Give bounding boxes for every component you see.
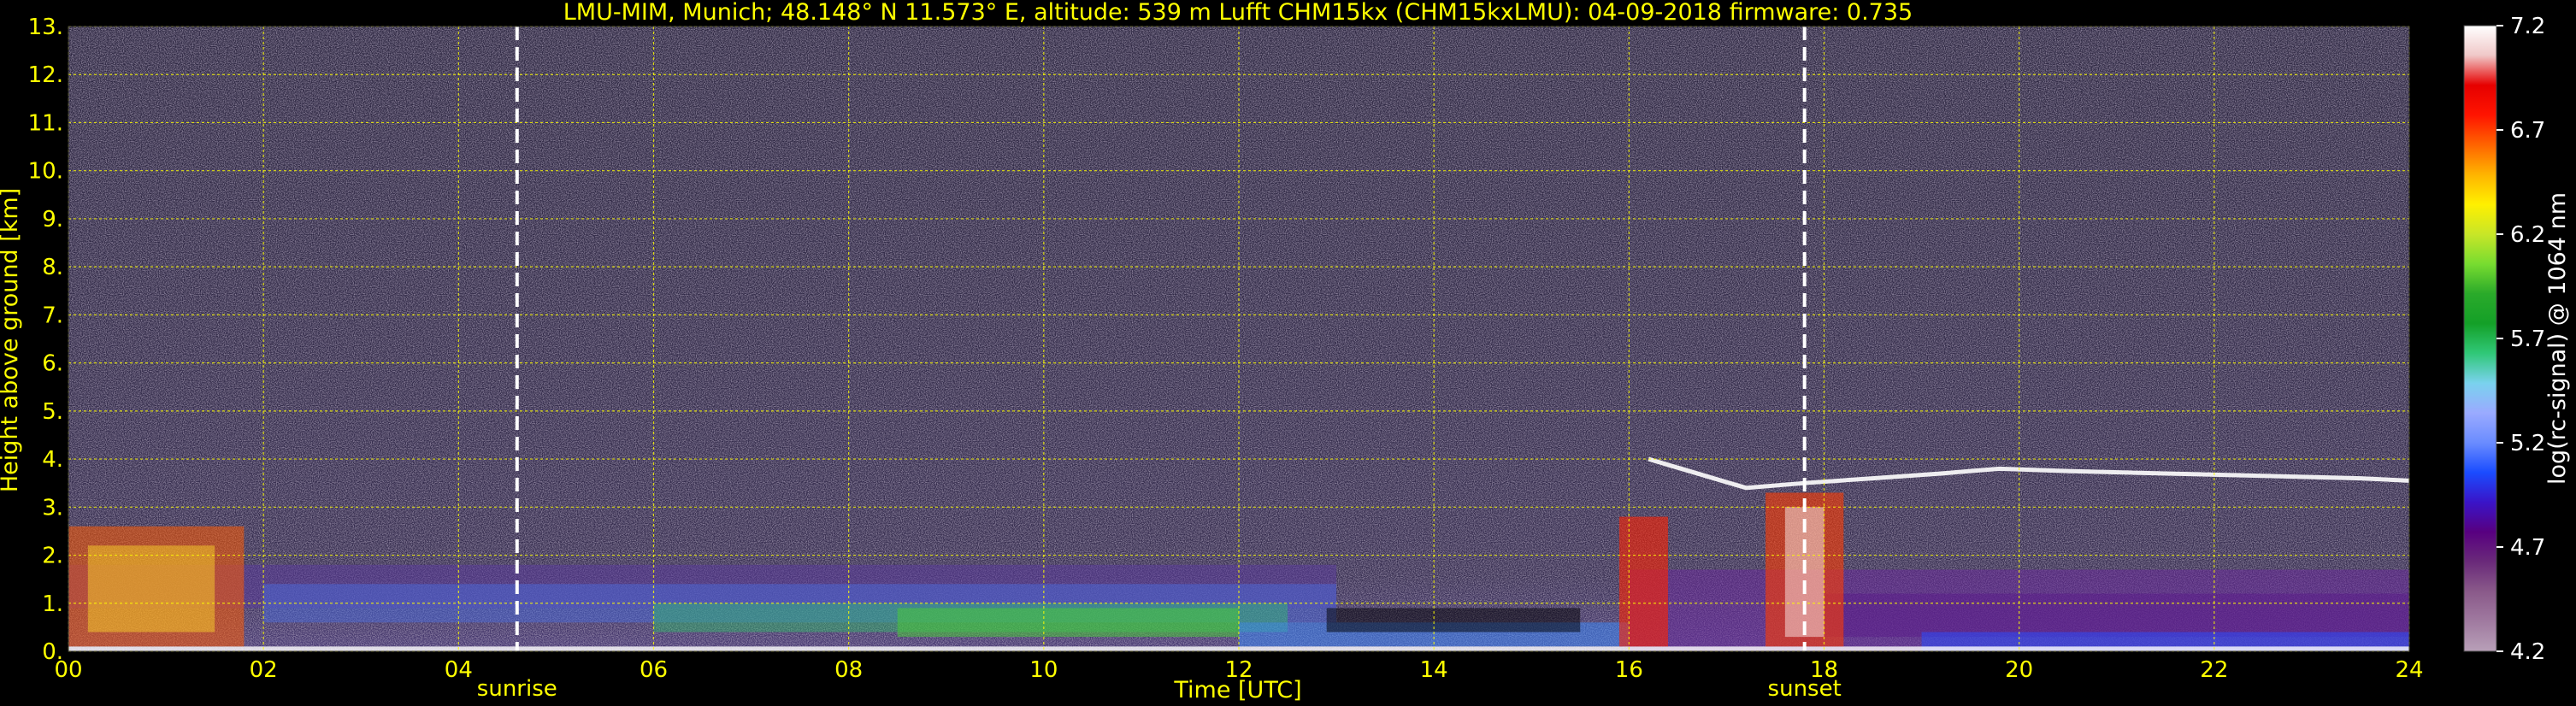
- y-tick-label: 12.: [28, 62, 63, 88]
- y-axis-label: Height above ground [km]: [0, 188, 23, 492]
- colorbar-tick-label: 5.2: [2510, 431, 2545, 456]
- colorbar-tick-label: 7.2: [2510, 14, 2545, 39]
- y-tick-label: 10.: [28, 159, 63, 185]
- x-tick-label: 10: [1029, 657, 1058, 683]
- y-tick-label: 8.: [42, 255, 63, 280]
- colorbar-tick-label: 4.2: [2510, 639, 2545, 665]
- y-tick-label: 2.: [42, 544, 63, 569]
- y-tick-label: 6.: [42, 351, 63, 377]
- colorbar-tick-label: 6.7: [2510, 118, 2545, 144]
- y-tick-label: 4.: [42, 447, 63, 473]
- y-tick-label: 11.: [28, 110, 63, 136]
- colorbar-scale: [2463, 25, 2497, 652]
- colorbar-ticks: 7.2 6.7 6.2 5.7 5.2 4.7 4.2: [2496, 14, 2545, 665]
- x-tick-label: 16: [1615, 657, 1643, 683]
- signal-band-3: [897, 608, 1239, 638]
- colorbar-tick-label: 4.7: [2510, 535, 2545, 561]
- y-tick-label: 13.: [28, 15, 63, 40]
- colorbar-label: log(rc-signal) @ 1064 nm: [2544, 192, 2571, 485]
- x-tick-label: 22: [2200, 657, 2228, 683]
- signal-band-6: [1824, 593, 2409, 638]
- x-tick-label: 14: [1420, 657, 1448, 683]
- y-tick-label: 7.: [42, 303, 63, 328]
- x-tick-label: 08: [834, 657, 863, 683]
- x-tick-label: 24: [2395, 657, 2423, 683]
- x-tick-label: 06: [640, 657, 668, 683]
- x-tick-label: 02: [250, 657, 278, 683]
- y-axis-ticks: 0.1.2.3.4.5.6.7.8.9.10.11.12.13.: [28, 15, 63, 665]
- colorbar: 7.2 6.7 6.2 5.7 5.2 4.7 4.2 log(rc-signal) @ 1…: [2463, 14, 2571, 665]
- y-tick-label: 1.: [42, 591, 63, 617]
- x-tick-label: 04: [445, 657, 473, 683]
- lidar-quicklook-chart: sunrise sunset 0.1.2.3.4.5.6.7.8.9.10.11.…: [0, 0, 2571, 703]
- colorbar-tick-label: 5.7: [2510, 327, 2545, 352]
- signal-band-11: [1618, 516, 1668, 647]
- sunrise-label: sunrise: [477, 676, 557, 702]
- chart-title: LMU-MIM, Munich; 48.148° N 11.573° E, al…: [563, 0, 1913, 26]
- x-axis-label: Time [UTC]: [1173, 677, 1301, 703]
- y-tick-label: 9.: [42, 207, 63, 232]
- signal-band-14: [1326, 608, 1581, 632]
- x-tick-label: 20: [2005, 657, 2033, 683]
- signal-band-10: [87, 545, 215, 632]
- y-tick-label: 5.: [42, 399, 63, 425]
- y-tick-label: 3.: [42, 495, 63, 521]
- colorbar-tick-label: 6.2: [2510, 222, 2545, 248]
- x-tick-label: 18: [1810, 657, 1838, 683]
- x-tick-label: 00: [54, 657, 82, 683]
